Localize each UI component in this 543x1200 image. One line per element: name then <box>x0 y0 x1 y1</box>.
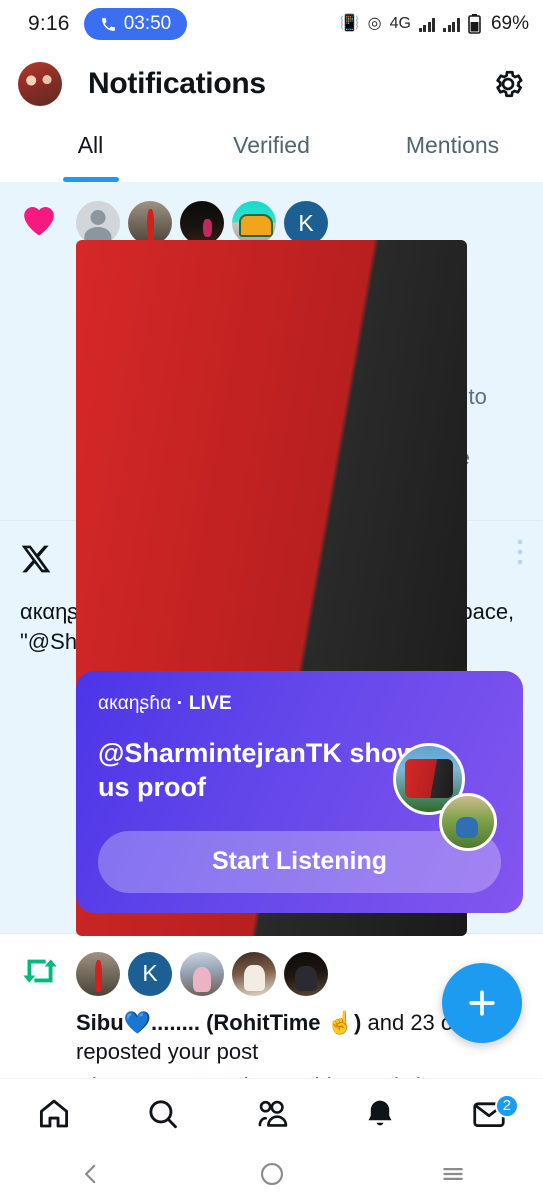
space-participant-avatars <box>393 743 497 855</box>
avatar[interactable] <box>232 951 276 996</box>
status-bar: 9:16 03:50 📳 ◎ 4G 69% <box>0 0 543 48</box>
space-live-row: αкαηʂɦα · LIVE <box>98 693 501 715</box>
heart-icon <box>24 207 54 236</box>
avatar-initial[interactable]: K <box>284 201 328 245</box>
home-icon <box>40 1099 69 1127</box>
nav-notifications[interactable] <box>326 1096 435 1132</box>
nav-search[interactable] <box>109 1096 218 1132</box>
active-tab-indicator <box>62 177 119 182</box>
avatar[interactable] <box>284 951 328 996</box>
avatar <box>439 793 497 852</box>
retweet-icon <box>23 959 57 983</box>
system-navigation-bar <box>0 1148 543 1200</box>
phone-icon <box>101 17 115 31</box>
system-home-button[interactable] <box>181 1161 362 1187</box>
tab-mentions[interactable]: Mentions <box>362 120 543 182</box>
battery-icon <box>468 14 481 34</box>
liker-avatars: K <box>76 201 523 245</box>
system-recents-button[interactable] <box>362 1161 543 1187</box>
compose-post-button[interactable] <box>442 963 522 1043</box>
search-icon <box>149 1099 177 1128</box>
status-time: 9:16 <box>28 12 70 35</box>
space-title: @SharmintejranTK show us proof <box>98 738 419 803</box>
avatar[interactable] <box>76 951 120 996</box>
space-card[interactable]: αкαηʂɦα · LIVE @SharmintejranTK show us … <box>76 671 523 913</box>
settings-button[interactable] <box>491 67 525 101</box>
nav-home[interactable] <box>0 1096 109 1132</box>
status-icons: 📳 ◎ 4G 69% <box>340 13 529 35</box>
app-header: Notifications <box>0 48 543 120</box>
avatar[interactable] <box>76 538 122 585</box>
space-separator: · <box>176 693 184 715</box>
notification-actor: Sibu💙........ (RohitTime ☝️) <box>76 1009 362 1035</box>
active-call-pill[interactable]: 03:50 <box>83 8 188 40</box>
vibrate-icon: 📳 <box>339 15 360 32</box>
avatar[interactable] <box>180 951 224 996</box>
notification-item-mention[interactable]: αкαηʂɦα mentioned you when naming their … <box>0 520 543 934</box>
avatar[interactable] <box>180 201 224 245</box>
page-title: Notifications <box>88 67 266 100</box>
profile-avatar[interactable] <box>18 62 62 106</box>
bottom-navigation: 2 <box>0 1078 543 1148</box>
menu-lines-icon <box>442 1168 463 1180</box>
plus-icon <box>469 990 495 1016</box>
signal-icon-2 <box>443 17 460 32</box>
notification-tabs: All Verified Mentions <box>0 120 543 182</box>
nav-communities[interactable] <box>217 1096 326 1132</box>
x-logo-wrap <box>20 539 76 580</box>
network-type-label: 4G <box>389 15 411 32</box>
phone-screen: 9:16 03:50 📳 ◎ 4G 69% Notifications All … <box>0 0 543 1200</box>
tab-mentions-label: Mentions <box>405 132 500 158</box>
chevron-left-icon <box>84 1164 95 1184</box>
more-options-button[interactable] <box>507 539 523 565</box>
more-vertical-icon <box>517 539 523 564</box>
bell-icon <box>368 1100 392 1125</box>
x-logo-icon <box>21 545 51 572</box>
tab-verified-label: Verified <box>233 132 310 158</box>
repost-icon-wrap <box>20 952 76 993</box>
tab-all[interactable]: All <box>0 120 181 182</box>
avatar[interactable] <box>232 201 276 245</box>
avatar[interactable] <box>128 201 172 245</box>
system-back-button[interactable] <box>0 1161 181 1187</box>
tab-all-label: All <box>77 132 104 158</box>
nav-messages[interactable]: 2 <box>434 1093 543 1130</box>
battery-percent: 69% <box>490 13 529 34</box>
notification-list[interactable]: K Khushi and 74 others liked your post w… <box>0 183 543 1200</box>
call-timer: 03:50 <box>123 13 172 34</box>
signal-icon <box>418 17 436 32</box>
message-badge: 2 <box>494 1093 519 1118</box>
circle-icon <box>260 1162 283 1186</box>
avatar-initial[interactable]: K <box>128 951 172 996</box>
gear-icon <box>496 70 523 98</box>
space-host-name: αкαηʂɦα <box>98 693 172 715</box>
space-live-badge: LIVE <box>188 693 232 715</box>
tab-verified[interactable]: Verified <box>181 120 362 182</box>
people-icon <box>259 1100 288 1127</box>
like-icon-wrap <box>20 201 76 242</box>
avatar[interactable] <box>76 201 120 245</box>
hotspot-icon: ◎ <box>367 15 382 32</box>
